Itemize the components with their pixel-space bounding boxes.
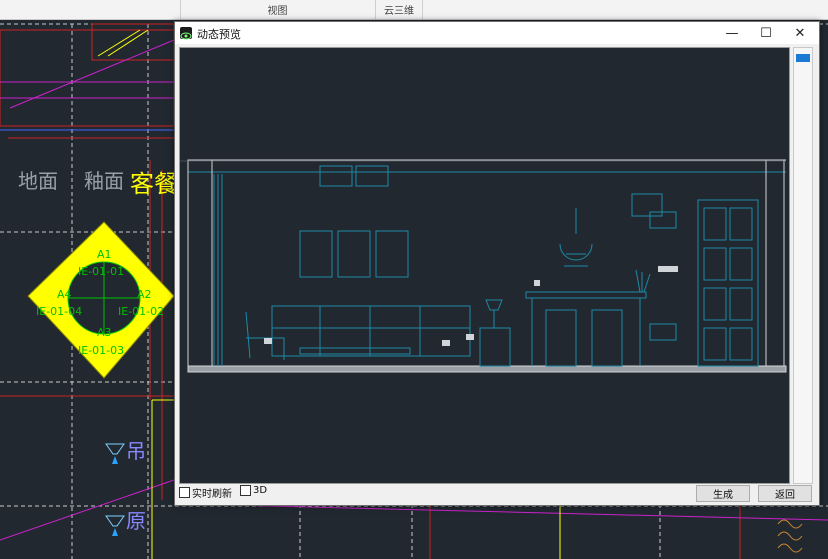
pendant-label: 吊 (126, 439, 146, 463)
ribbon-bar: 视图 云三维 (0, 0, 828, 20)
marker-left-ref: IE-01-04 (36, 305, 82, 318)
floor-label: 地面 (18, 169, 58, 193)
original-lamp-icon (105, 515, 125, 536)
marker-bottom-code: A3 (97, 326, 112, 339)
generate-button-label: 生成 (713, 490, 733, 501)
dialog-title: 动态预览 (197, 28, 241, 41)
close-icon: ✕ (794, 25, 806, 41)
maximize-icon: ☐ (760, 25, 772, 41)
room-label: 客餐 (130, 170, 178, 198)
generate-button[interactable]: 生成 (696, 485, 750, 502)
ribbon-group-view[interactable]: 视图 (180, 0, 376, 19)
marker-top-ref: IE-01-01 (78, 265, 124, 278)
dialog-titlebar[interactable]: 动态预览 — ☐ ✕ (175, 22, 819, 44)
back-button[interactable]: 返回 (758, 485, 812, 502)
three-d-checkbox[interactable]: 3D (240, 485, 267, 496)
marker-top-code: A1 (97, 248, 112, 261)
ribbon-group-view-label: 视图 (267, 6, 288, 17)
preview-vertical-scrollbar[interactable] (793, 47, 813, 484)
minimize-button[interactable]: — (715, 22, 749, 44)
three-d-label: 3D (253, 485, 268, 496)
dynamic-preview-dialog: 动态预览 — ☐ ✕ 实时刷新 3D 生成 返回 (174, 21, 820, 506)
pendant-lamp-icon (105, 443, 125, 464)
marker-right-code: A2 (137, 288, 152, 301)
realtime-refresh-label: 实时刷新 (192, 489, 232, 500)
marker-left-code: A4 (57, 288, 72, 301)
minimize-icon: — (725, 25, 739, 41)
maximize-button[interactable]: ☐ (749, 22, 783, 44)
realtime-refresh-checkbox[interactable]: 实时刷新 (179, 485, 232, 500)
ribbon-group-cloud3d[interactable]: 云三维 (376, 0, 423, 19)
preview-canvas[interactable] (179, 47, 790, 484)
original-label: 原 (126, 509, 146, 533)
drain-pattern (777, 519, 803, 553)
marker-right-ref: IE-01-02 (118, 305, 164, 318)
scrollbar-thumb[interactable] (796, 54, 810, 62)
glaze-label: 釉面 (84, 169, 124, 193)
back-button-label: 返回 (775, 490, 795, 501)
eye-icon (180, 27, 192, 40)
close-button[interactable]: ✕ (783, 22, 817, 44)
elevation-drawing (180, 159, 787, 373)
ribbon-group-cloud3d-label: 云三维 (384, 6, 414, 17)
realtime-refresh-box[interactable] (179, 487, 190, 498)
three-d-box[interactable] (240, 485, 251, 496)
marker-bottom-ref: IE-01-03 (78, 344, 124, 357)
